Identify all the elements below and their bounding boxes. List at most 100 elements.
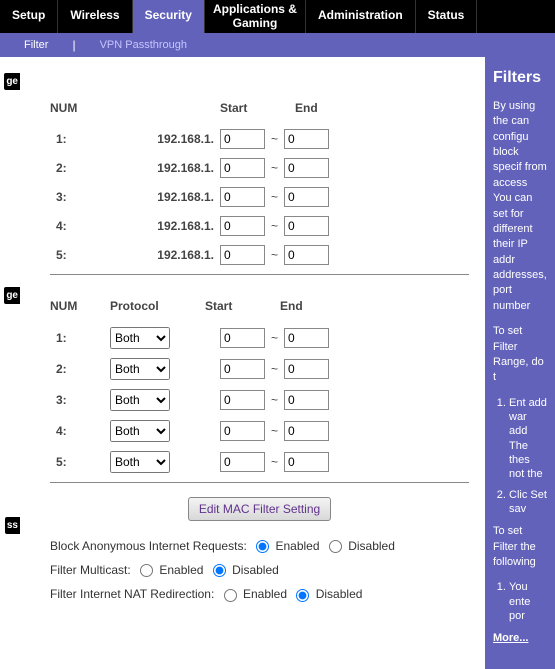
opt-nat-enabled-radio[interactable] — [224, 589, 237, 602]
port-start-input[interactable] — [220, 390, 265, 410]
sub-tab-bar: Filter | VPN Passthrough — [0, 33, 555, 57]
opt-anon-disabled-radio[interactable] — [329, 540, 342, 553]
tab-wireless[interactable]: Wireless — [58, 0, 132, 33]
ip-start-input[interactable] — [220, 158, 265, 178]
opt-anon-enabled-radio[interactable] — [256, 540, 269, 553]
tilde: ~ — [265, 455, 284, 469]
divider-1 — [50, 274, 469, 275]
port-start-input[interactable] — [220, 421, 265, 441]
tab-status[interactable]: Status — [416, 0, 478, 33]
tab-administration[interactable]: Administration — [306, 0, 416, 33]
port-row-num: 4: — [50, 424, 110, 438]
ip-row-base: 192.168.1. — [110, 219, 220, 233]
ip-row-num: 2: — [50, 161, 110, 175]
port-protocol-select[interactable]: BothTCPUDP — [110, 420, 170, 442]
ip-end-input[interactable] — [284, 187, 329, 207]
opt-multicast-disabled-text: Disabled — [232, 563, 279, 577]
opt-multicast-label: Filter Multicast: — [50, 563, 131, 577]
port-protocol-select[interactable]: BothTCPUDP — [110, 327, 170, 349]
ip-start-input[interactable] — [220, 216, 265, 236]
opt-nat-row: Filter Internet NAT Redirection: Enabled… — [50, 587, 469, 601]
tilde: ~ — [265, 331, 284, 345]
ip-row: 3:192.168.1. ~ — [50, 187, 469, 207]
port-header-end: End — [280, 299, 335, 313]
help-panel: Filters By using the can configu block s… — [485, 57, 555, 669]
port-row-num: 1: — [50, 331, 110, 345]
opt-nat-disabled-radio[interactable] — [296, 589, 309, 602]
ip-row: 1:192.168.1.~ — [50, 129, 469, 149]
opt-anon-row: Block Anonymous Internet Requests: Enabl… — [50, 539, 469, 553]
port-header-start: Start — [205, 299, 260, 313]
ip-end-input[interactable] — [284, 216, 329, 236]
tilde: ~ — [265, 248, 284, 262]
port-header-num: NUM — [50, 299, 110, 313]
edit-mac-filter-button[interactable]: Edit MAC Filter Setting — [188, 497, 331, 521]
left-gutter: ge ge ss — [0, 57, 20, 669]
ip-row-base: 192.168.1. — [110, 248, 220, 262]
main-panel: NUM Start End 1:192.168.1.~2:192.168.1.~… — [20, 57, 485, 669]
port-row: 4:BothTCPUDP ~ — [50, 420, 469, 442]
ip-row-num: 3: — [50, 190, 110, 204]
ip-row-base: 192.168.1. — [110, 161, 220, 175]
port-end-input[interactable] — [284, 390, 329, 410]
port-protocol-select[interactable]: BothTCPUDP — [110, 389, 170, 411]
ip-row-num: 5: — [50, 248, 110, 262]
tilde: ~ — [265, 161, 284, 175]
port-row-num: 5: — [50, 455, 110, 469]
ip-header-end: End — [295, 101, 350, 115]
ip-row: 4:192.168.1.~ — [50, 216, 469, 236]
badge-3: ss — [5, 517, 20, 534]
ip-end-input[interactable] — [284, 158, 329, 178]
port-start-input[interactable] — [220, 452, 265, 472]
port-end-input[interactable] — [284, 421, 329, 441]
subtab-vpn[interactable]: VPN Passthrough — [76, 37, 211, 53]
badge-2: ge — [4, 287, 20, 304]
subtab-filter[interactable]: Filter — [0, 37, 72, 53]
ip-row-base: 192.168.1. — [110, 190, 220, 204]
ip-header-num: NUM — [50, 101, 110, 115]
opt-anon-enabled-text: Enabled — [275, 539, 319, 553]
tilde: ~ — [265, 190, 284, 204]
port-protocol-select[interactable]: BothTCPUDP — [110, 451, 170, 473]
opt-nat-disabled-text: Disabled — [316, 587, 363, 601]
ip-start-input[interactable] — [220, 187, 265, 207]
opt-multicast-disabled-radio[interactable] — [213, 564, 226, 577]
help-p3: To set Filter the following — [493, 524, 547, 570]
port-end-input[interactable] — [284, 359, 329, 379]
help-title: Filters — [493, 69, 547, 87]
port-row: 3:BothTCPUDP~ — [50, 389, 469, 411]
port-start-input[interactable] — [220, 328, 265, 348]
ip-row: 5:192.168.1. ~ — [50, 245, 469, 265]
tab-setup[interactable]: Setup — [0, 0, 58, 33]
port-row-num: 2: — [50, 362, 110, 376]
tab-apps-gaming[interactable]: Applications &Gaming — [205, 0, 306, 33]
ip-row-base: 192.168.1. — [110, 132, 220, 146]
main-tab-bar: Setup Wireless Security Applications &Ga… — [0, 0, 555, 33]
help-li2: Clic Set sav — [509, 488, 547, 517]
port-start-input[interactable] — [220, 359, 265, 379]
help-li3: You ente por — [509, 580, 547, 623]
tilde: ~ — [265, 424, 284, 438]
ip-start-input[interactable] — [220, 245, 265, 265]
tilde: ~ — [265, 362, 284, 376]
opt-nat-enabled-text: Enabled — [243, 587, 287, 601]
ip-row-num: 1: — [50, 132, 110, 146]
port-protocol-select[interactable]: BothTCPUDP — [110, 358, 170, 380]
port-end-input[interactable] — [284, 452, 329, 472]
ip-header-start: Start — [220, 101, 275, 115]
tab-security[interactable]: Security — [133, 0, 205, 33]
ip-start-input[interactable] — [220, 129, 265, 149]
port-row-num: 3: — [50, 393, 110, 407]
opt-anon-label: Block Anonymous Internet Requests: — [50, 539, 247, 553]
help-p2: To set Filter Range, do t — [493, 324, 547, 386]
help-li1: Ent add war add The thes not the — [509, 396, 547, 482]
help-more-link[interactable]: More... — [493, 632, 528, 644]
opt-nat-label: Filter Internet NAT Redirection: — [50, 587, 214, 601]
port-header-proto: Protocol — [110, 299, 205, 313]
ip-header-row: NUM Start End — [50, 101, 469, 115]
opt-multicast-enabled-radio[interactable] — [140, 564, 153, 577]
ip-end-input[interactable] — [284, 129, 329, 149]
badge-1: ge — [4, 73, 20, 90]
ip-end-input[interactable] — [284, 245, 329, 265]
port-end-input[interactable] — [284, 328, 329, 348]
